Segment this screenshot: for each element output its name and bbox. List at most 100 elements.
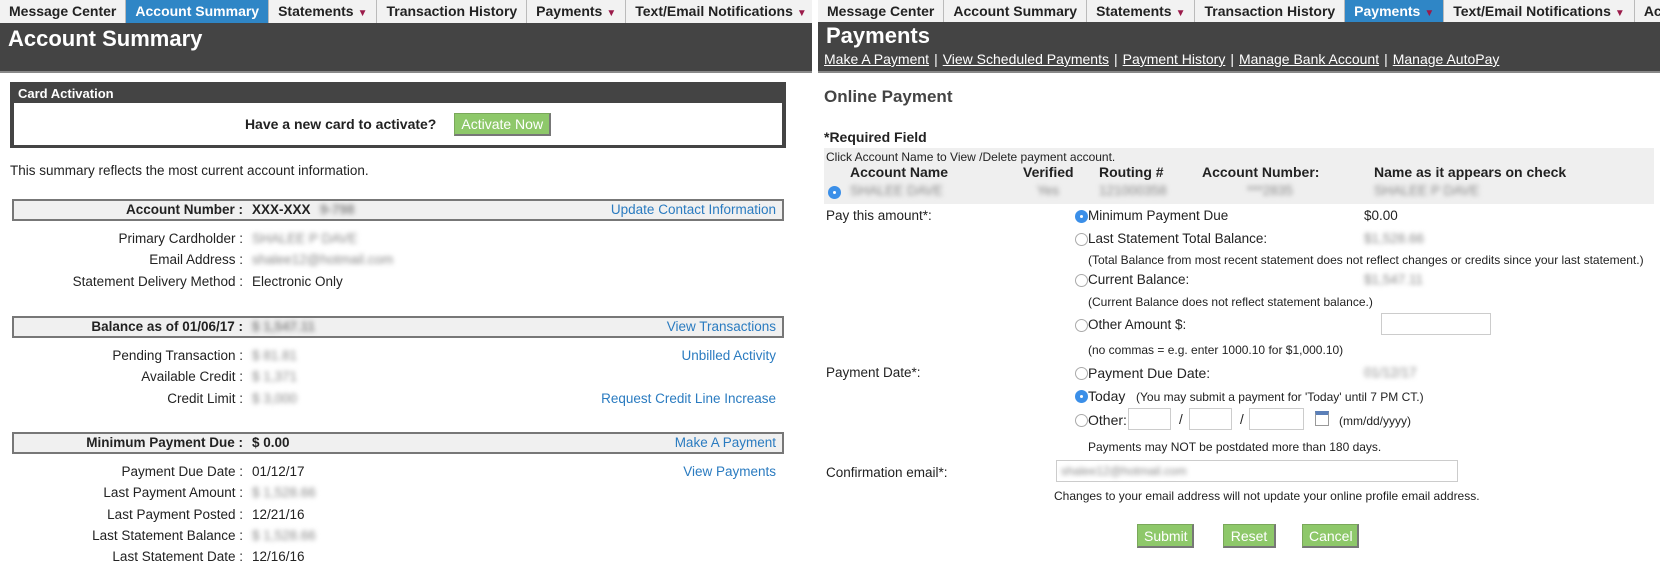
- tab-payments[interactable]: Payments ▼: [1345, 0, 1445, 23]
- field-value: $ 1,528.66: [252, 527, 316, 543]
- tab-transaction-history[interactable]: Transaction History: [377, 0, 528, 23]
- caret-down-icon: ▼: [796, 8, 807, 19]
- other-amount-input[interactable]: [1381, 313, 1491, 335]
- activate-now-button[interactable]: Activate Now: [454, 112, 552, 136]
- tab-ac[interactable]: Ac: [1634, 0, 1660, 23]
- tab-statements[interactable]: Statements ▼: [269, 0, 378, 23]
- field-link[interactable]: Request Credit Line Increase: [601, 391, 776, 406]
- payments-subnav: Make A Payment | View Scheduled Payments | P…: [824, 51, 1499, 67]
- subnav-link[interactable]: View Scheduled Payments: [943, 51, 1109, 67]
- account-cell: SHALEE P DAVE: [1374, 183, 1480, 198]
- today-note: (You may submit a payment for 'Today' un…: [1136, 390, 1424, 404]
- required-field-note: *Required Field: [824, 129, 927, 145]
- cancel-button[interactable]: Cancel: [1302, 524, 1359, 548]
- tab-text-email-notifications[interactable]: Text/Email Notifications ▼: [626, 0, 812, 23]
- caret-down-icon: ▼: [1175, 8, 1186, 19]
- date-option-radio[interactable]: [1075, 414, 1088, 427]
- account-summary-panel: Message Center Account Summary Statements ▼…: [0, 0, 812, 578]
- page-header: Account Summary: [0, 23, 812, 73]
- tab-message-center[interactable]: Message Center: [818, 0, 945, 23]
- caret-down-icon: ▼: [357, 8, 368, 19]
- field-label: Last Payment Amount :: [103, 485, 243, 501]
- field-link[interactable]: Unbilled Activity: [681, 348, 776, 363]
- payments-panel: Message Center Account Summary Statements ▼…: [818, 0, 1660, 578]
- tab-label: Text/Email Notifications: [1453, 3, 1611, 19]
- tab-label: Payments: [1354, 3, 1421, 19]
- field-label: Email Address :: [149, 252, 243, 268]
- tab-label: Statements: [1096, 3, 1172, 19]
- masked-account-digits: 9-798: [320, 202, 355, 217]
- tab-label: Payments: [536, 3, 603, 19]
- pay-option-amount: $1,528.66: [1364, 231, 1425, 246]
- confirmation-email-input[interactable]: shalee12@hotmail.com: [1056, 460, 1458, 482]
- payment-account-table: Click Account Name to View /Delete payme…: [824, 148, 1654, 204]
- page-title: Payments: [826, 23, 930, 48]
- payment-header-label: Minimum Payment Due :: [86, 435, 243, 450]
- date-day-input[interactable]: [1189, 408, 1232, 430]
- tab-label: Transaction History: [386, 3, 518, 19]
- field-value: $ 81.81: [252, 348, 298, 363]
- payment-date-label: Payment Date*:: [826, 365, 921, 380]
- submit-button[interactable]: Submit: [1137, 524, 1194, 548]
- field-link[interactable]: View Payments: [683, 464, 776, 479]
- pay-option-note: (Current Balance does not reflect statem…: [1088, 295, 1373, 309]
- field-label: Last Payment Posted :: [107, 506, 243, 522]
- card-activation: Card Activation Have a new card to activ…: [10, 82, 786, 148]
- pay-option-radio[interactable]: [1075, 233, 1088, 246]
- tab-label: Transaction History: [1204, 3, 1336, 19]
- payment-header-value: $ 0.00: [252, 435, 290, 450]
- subnav-link[interactable]: Payment History: [1123, 51, 1226, 67]
- date-option-label: Today: [1088, 388, 1126, 404]
- field-value: shalee12@hotmail.com: [252, 252, 394, 268]
- balance-header-link[interactable]: View Transactions: [667, 319, 776, 334]
- pay-option-radio[interactable]: [1075, 210, 1088, 223]
- date-option-radio[interactable]: [1075, 390, 1088, 403]
- subnav-link[interactable]: Manage Bank Account: [1239, 51, 1379, 67]
- subnav-link[interactable]: Make A Payment: [824, 51, 929, 67]
- date-separator: /: [1240, 412, 1244, 427]
- account-cell[interactable]: SHALEE DAVE: [850, 183, 943, 198]
- card-activation-prompt: Have a new card to activate?: [244, 116, 437, 132]
- date-format-hint: (mm/dd/yyyy): [1339, 414, 1411, 428]
- tab-text-email-notifications[interactable]: Text/Email Notifications ▼: [1444, 0, 1635, 23]
- field-label: Statement Delivery Method :: [72, 273, 243, 289]
- subnav-link[interactable]: Manage AutoPay: [1393, 51, 1500, 67]
- tab-message-center[interactable]: Message Center: [0, 0, 127, 23]
- account-column-header: Routing #: [1099, 164, 1164, 180]
- tab-label: Message Center: [9, 3, 117, 19]
- link-separator: |: [934, 51, 938, 67]
- pay-option-radio[interactable]: [1075, 274, 1088, 287]
- date-year-input[interactable]: [1249, 408, 1304, 430]
- tab-label: Account Summary: [135, 3, 260, 19]
- tab-payments[interactable]: Payments ▼: [527, 0, 627, 23]
- field-label: Pending Transaction :: [112, 348, 243, 363]
- card-activation-title: Card Activation: [18, 86, 114, 101]
- tab-account-summary[interactable]: Account Summary: [944, 0, 1088, 23]
- postdate-note: Payments may NOT be postdated more than …: [1088, 440, 1382, 454]
- caret-down-icon: ▼: [1424, 8, 1435, 19]
- tab-account-summary[interactable]: Account Summary: [126, 0, 270, 23]
- pay-option-note: (Total Balance from most recent statemen…: [1088, 253, 1644, 267]
- reset-button[interactable]: Reset: [1223, 524, 1276, 548]
- page-header: Payments Make A Payment | View Scheduled P…: [818, 22, 1660, 73]
- link-separator: |: [1384, 51, 1388, 67]
- confirmation-email-label: Confirmation email*:: [826, 465, 948, 480]
- date-month-input[interactable]: [1128, 408, 1171, 430]
- account-radio[interactable]: [828, 186, 841, 199]
- field-value: 01/12/17: [252, 464, 305, 479]
- field-label: Payment Due Date :: [121, 464, 243, 479]
- account-header-label: Account Number :: [125, 202, 243, 217]
- pay-option-label: Other Amount $:: [1088, 317, 1187, 332]
- field-label: Available Credit :: [141, 369, 243, 385]
- field-value: 12/16/16: [252, 549, 305, 565]
- date-separator: /: [1179, 412, 1183, 427]
- pay-option-radio[interactable]: [1075, 319, 1088, 332]
- payment-header-link[interactable]: Make A Payment: [675, 435, 776, 450]
- tab-transaction-history[interactable]: Transaction History: [1195, 0, 1346, 23]
- date-option-radio[interactable]: [1075, 367, 1088, 380]
- field-label: Last Statement Date :: [112, 549, 243, 565]
- tab-statements[interactable]: Statements ▼: [1087, 0, 1196, 23]
- link-separator: |: [1114, 51, 1118, 67]
- account-header-link[interactable]: Update Contact Information: [611, 202, 776, 217]
- calendar-icon[interactable]: [1315, 411, 1329, 426]
